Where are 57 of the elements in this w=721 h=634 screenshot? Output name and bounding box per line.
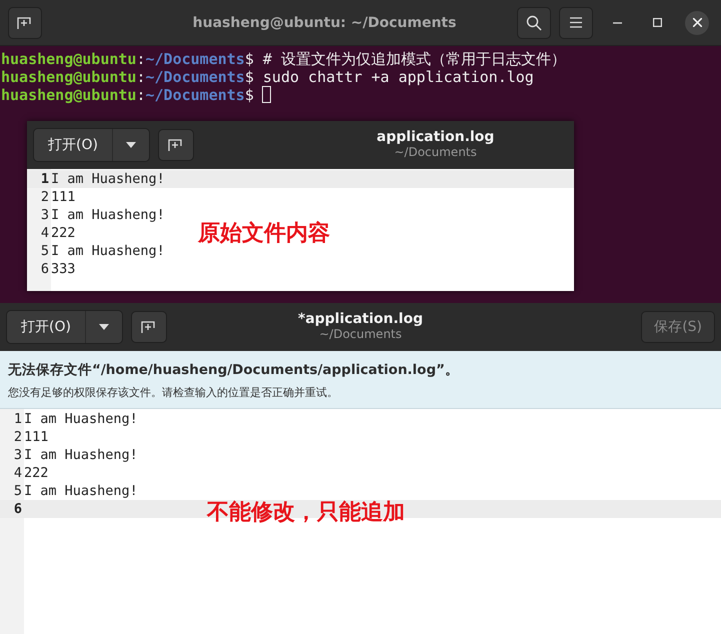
search-icon [526, 14, 542, 30]
error-message: 您没有足够的权限保存该文件。请检查输入的位置是否正确并重试。 [8, 385, 339, 400]
prompt-separator: : [136, 86, 146, 104]
caret-icon [98, 324, 109, 330]
prompt-user: huasheng@ubuntu [1, 68, 136, 86]
command-text: # 设置文件为仅追加模式（常用于日志文件） [262, 50, 566, 68]
prompt-path: ~/Documents [146, 86, 245, 104]
new-document-button[interactable] [158, 129, 194, 161]
window-title: huasheng@ubuntu: ~/Documents [192, 14, 458, 30]
new-tab-icon [17, 16, 33, 30]
line-text: 111 [24, 429, 48, 445]
document-title: application.log [376, 129, 494, 145]
open-menu-button[interactable] [112, 129, 149, 161]
line-text: 111 [51, 189, 76, 205]
text-area[interactable]: 1 I am Huasheng! 2 111 3 I am Huasheng! 4 222 5 I am Huasheng! 6 不能修改，只能追加 [0, 409, 721, 634]
document-path: ~/Documents [319, 327, 402, 341]
new-tab-button[interactable] [8, 6, 42, 38]
open-button[interactable]: 打开(O) [7, 311, 86, 343]
line-text: 222 [24, 465, 48, 481]
line-text: I am Huasheng! [24, 411, 138, 427]
menu-button[interactable] [559, 6, 593, 38]
open-button[interactable]: 打开(O) [34, 129, 113, 161]
close-button[interactable] [685, 10, 709, 34]
line-text: 222 [51, 225, 76, 241]
annotation-text: 原始文件内容 [198, 220, 330, 248]
error-title: 无法保存文件“/home/huasheng/Documents/application.log”。 [8, 361, 460, 379]
new-document-button[interactable] [130, 311, 167, 343]
line-text: I am Huasheng! [24, 483, 138, 499]
line-text: I am Huasheng! [24, 447, 138, 463]
prompt-symbol: $ [244, 50, 254, 68]
text-area[interactable]: 1 I am Huasheng! 2 111 3 I am Huasheng! 4 222 5 I am Huasheng! 6 333 原始文件内容 [27, 169, 574, 291]
line-text: I am Huasheng! [51, 207, 165, 223]
maximize-icon [652, 18, 662, 27]
menu-icon [570, 17, 582, 28]
document-title: *application.log [298, 311, 423, 327]
prompt-path: ~/Documents [146, 50, 245, 68]
minimize-icon [612, 22, 622, 24]
prompt-path: ~/Documents [146, 68, 245, 86]
prompt-separator: : [136, 68, 146, 86]
caret-icon [126, 142, 136, 148]
prompt-symbol: $ [244, 68, 254, 86]
prompt-symbol: $ [244, 86, 254, 104]
document-path: ~/Documents [394, 145, 477, 159]
prompt-user: huasheng@ubuntu [1, 86, 136, 104]
prompt-separator: : [136, 50, 146, 68]
prompt-user: huasheng@ubuntu [1, 50, 136, 68]
annotation-text: 不能修改，只能追加 [207, 499, 405, 527]
open-menu-button[interactable] [86, 311, 122, 343]
line-text: I am Huasheng! [51, 243, 165, 259]
new-document-icon [140, 320, 157, 334]
close-icon [692, 18, 702, 27]
terminal-cursor [262, 86, 271, 103]
search-button[interactable] [517, 6, 551, 38]
new-document-icon [168, 138, 184, 152]
command-text: sudo chattr +a application.log [262, 68, 534, 86]
line-text: I am Huasheng! [51, 171, 165, 187]
line-text: 333 [51, 261, 76, 277]
